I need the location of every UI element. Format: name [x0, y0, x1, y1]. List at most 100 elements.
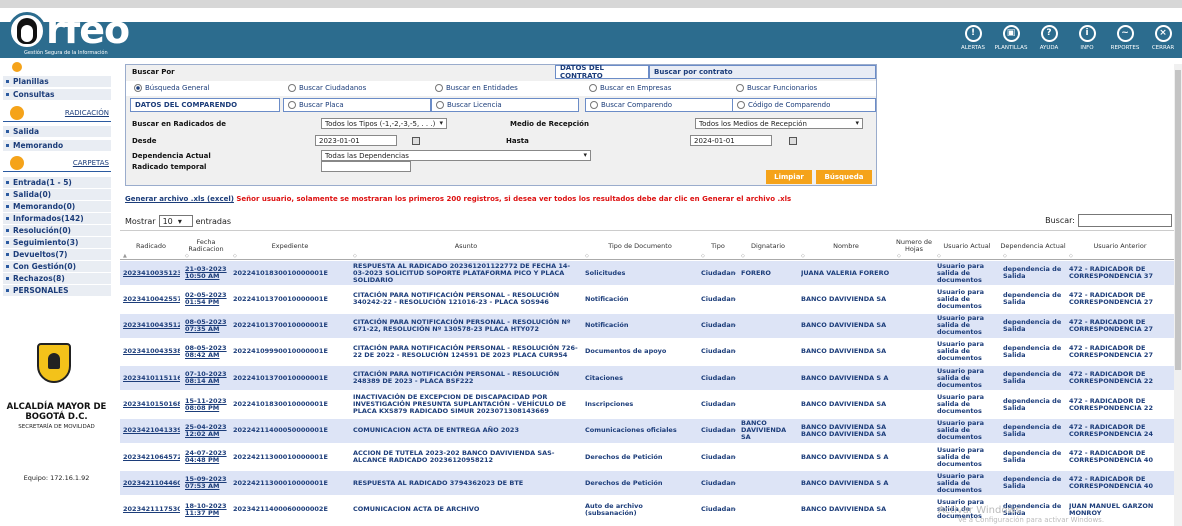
option-label: Código de Comparendo: [748, 101, 831, 109]
search-option[interactable]: Buscar en Entidades: [431, 81, 581, 95]
limpiar-button[interactable]: Limpiar: [766, 170, 812, 184]
table-row[interactable]: 20234101151166107-10-2023 08:14 AM 202241…: [120, 366, 1174, 391]
table-cell[interactable]: 202341003512361: [123, 261, 180, 285]
sidebar-item-consultas[interactable]: Consultas: [3, 89, 111, 100]
folders-icon: [10, 156, 24, 170]
table-cell[interactable]: 202342104133951: [123, 419, 180, 443]
hasta-input[interactable]: 2024-01-01: [690, 135, 772, 146]
table-cell[interactable]: 21-03-2023 10:50 AM: [185, 261, 228, 285]
column-header[interactable]: Tipo de Documento ◇: [582, 231, 698, 261]
table-row[interactable]: 20234100351236121-03-2023 10:50 AM 202241…: [120, 261, 1174, 285]
sidebar-folder[interactable]: Con Gestión(0): [3, 261, 111, 272]
radicado-temporal-input[interactable]: [321, 161, 411, 172]
sidebar-item-planillas[interactable]: Planillas: [3, 76, 111, 87]
generate-excel-link[interactable]: Generar archivo .xls (excel): [125, 195, 234, 203]
sidebar-folder[interactable]: Devueltos(7): [3, 249, 111, 260]
desde-input[interactable]: 2023-01-01: [315, 135, 397, 146]
table-row[interactable]: 20234210645728124-07-2023 04:48 PM 202242…: [120, 445, 1174, 470]
sidebar-folder[interactable]: Seguimiento(3): [3, 237, 111, 248]
table-cell[interactable]: 08-05-2023 08:42 AM: [185, 340, 228, 364]
search-option[interactable]: Código de Comparendo: [732, 98, 876, 112]
top-button-alertas[interactable]: ! ALERTAS: [954, 22, 992, 58]
sidebar-folder[interactable]: Informados(142): [3, 213, 111, 224]
sidebar-folder[interactable]: Resolución(0): [3, 225, 111, 236]
table-cell[interactable]: 15-09-2023 07:53 AM: [185, 471, 228, 495]
chevron-down-icon: ▾: [583, 151, 587, 159]
busqueda-button[interactable]: Búsqueda: [816, 170, 872, 184]
calendar-icon[interactable]: [789, 137, 797, 145]
column-header[interactable]: Fecha Radicacion ◇: [182, 231, 230, 261]
search-option[interactable]: Buscar Comparendo: [585, 98, 733, 112]
top-button-reportes[interactable]: ~ REPORTES: [1106, 22, 1144, 58]
table-cell[interactable]: 202342106457281: [123, 445, 180, 469]
sidebar-item-salida[interactable]: Salida: [3, 126, 111, 137]
table-row[interactable]: 20234211044608115-09-2023 07:53 AM 202242…: [120, 471, 1174, 496]
sidebar-folder[interactable]: Salida(0): [3, 189, 111, 200]
orfeo-logo[interactable]: rfeo Gestión Segura de la Información: [6, 8, 136, 68]
table-cell[interactable]: 07-10-2023 08:14 AM: [185, 366, 228, 390]
tab-datos-contrato[interactable]: DATOS DEL CONTRATO: [555, 64, 649, 80]
page-length-select[interactable]: 10 ▾: [158, 215, 193, 227]
sidebar-item-memorando[interactable]: Memorando: [3, 140, 111, 151]
table-cell[interactable]: 08-05-2023 07:35 AM: [185, 314, 228, 338]
column-header[interactable]: Dependencia Actual ◇: [1000, 231, 1066, 261]
sidebar-folder[interactable]: Memorando(0): [3, 201, 111, 212]
section-label: CARPETAS: [72, 159, 109, 167]
sidebar: Planillas Consultas RADICACIÓN Salida Me…: [0, 62, 113, 526]
table-cell[interactable]: 202341004351241: [123, 314, 180, 338]
column-header[interactable]: Dignatario ◇: [738, 231, 798, 261]
section-carpetas[interactable]: CARPETAS: [3, 156, 111, 170]
table-cell[interactable]: 15-11-2023 08:08 PM: [185, 393, 228, 417]
table-row[interactable]: 20234210413395125-04-2023 12:02 AM 202242…: [120, 418, 1174, 443]
table-row[interactable]: 20234101501686115-11-2023 08:08 PM 202241…: [120, 392, 1174, 417]
table-cell[interactable]: 02-05-2023 01:54 PM: [185, 287, 228, 311]
column-header[interactable]: Usuario Anterior ◇: [1066, 231, 1174, 261]
table-cell[interactable]: 202342110446081: [123, 471, 180, 495]
menu-toggle-icon[interactable]: [12, 62, 22, 72]
table-cell[interactable]: 202341004353891: [123, 340, 180, 364]
calendar-icon[interactable]: [412, 137, 420, 145]
table-cell: dependencia de Salida: [1003, 422, 1062, 438]
table-search-input[interactable]: [1078, 214, 1172, 227]
search-option[interactable]: Buscar en Empresas: [585, 81, 735, 95]
table-row[interactable]: 20234100435389108-05-2023 08:42 AM 202241…: [120, 339, 1174, 364]
table-row[interactable]: 20234100435124108-05-2023 07:35 AM 202241…: [120, 313, 1174, 338]
dependencia-select[interactable]: Todas las Dependencias ▾: [321, 150, 591, 161]
table-cell[interactable]: 202341004255701: [123, 287, 180, 311]
section-radicacion[interactable]: RADICACIÓN: [3, 106, 111, 120]
table-cell[interactable]: 202341011511661: [123, 366, 180, 390]
table-cell[interactable]: 25-04-2023 12:02 AM: [185, 419, 228, 443]
table-cell[interactable]: 24-07-2023 04:48 PM: [185, 445, 228, 469]
top-button-ayuda[interactable]: ? AYUDA: [1030, 22, 1068, 58]
column-header[interactable]: Nombre ◇: [798, 231, 894, 261]
option-label: Buscar Licencia: [447, 101, 502, 109]
tab-buscar-contrato[interactable]: Buscar por contrato: [649, 65, 876, 79]
search-option[interactable]: Búsqueda General: [130, 81, 280, 95]
top-button-cerrar[interactable]: × CERRAR: [1144, 22, 1182, 58]
column-header[interactable]: Tipo ◇: [698, 231, 738, 261]
column-label: Dignatario: [750, 241, 786, 250]
column-header[interactable]: Numero de Hojas ◇: [894, 231, 934, 261]
tipos-select[interactable]: Todos los Tipos (-1,-2,-3,-5, . . .) ▾: [321, 118, 447, 129]
scrollbar[interactable]: [1174, 64, 1182, 526]
top-button-plantillas[interactable]: ▣ PLANTILLAS: [992, 22, 1030, 58]
tab-datos-comparendo[interactable]: DATOS DEL COMPARENDO: [130, 98, 280, 112]
table-cell[interactable]: 18-10-2023 11:37 PM: [185, 498, 228, 522]
sidebar-folder[interactable]: PERSONALES: [3, 285, 111, 296]
search-option[interactable]: Buscar Licencia: [431, 98, 579, 112]
column-header[interactable]: Expediente ◇: [230, 231, 350, 261]
column-header[interactable]: Usuario Actual ◇: [934, 231, 1000, 261]
medio-select[interactable]: Todos los Medios de Recepción ▾: [695, 118, 863, 129]
sidebar-folder[interactable]: Entrada(1 - 5): [3, 177, 111, 188]
search-option[interactable]: Buscar Placa: [283, 98, 431, 112]
table-cell[interactable]: 202341015016861: [123, 393, 180, 417]
search-option[interactable]: Buscar Funcionarios: [732, 81, 882, 95]
column-header[interactable]: Radicado ▲: [120, 231, 182, 261]
sidebar-folder[interactable]: Rechazos(8): [3, 273, 111, 284]
search-option[interactable]: Buscar Ciudadanos: [284, 81, 434, 95]
top-button-info[interactable]: i INFO: [1068, 22, 1106, 58]
column-header[interactable]: Asunto ◇: [350, 231, 582, 261]
table-cell[interactable]: 202342111753081: [123, 498, 180, 522]
scrollbar-thumb[interactable]: [1175, 70, 1181, 370]
table-row[interactable]: 20234100425570102-05-2023 01:54 PM 202241…: [120, 287, 1174, 312]
